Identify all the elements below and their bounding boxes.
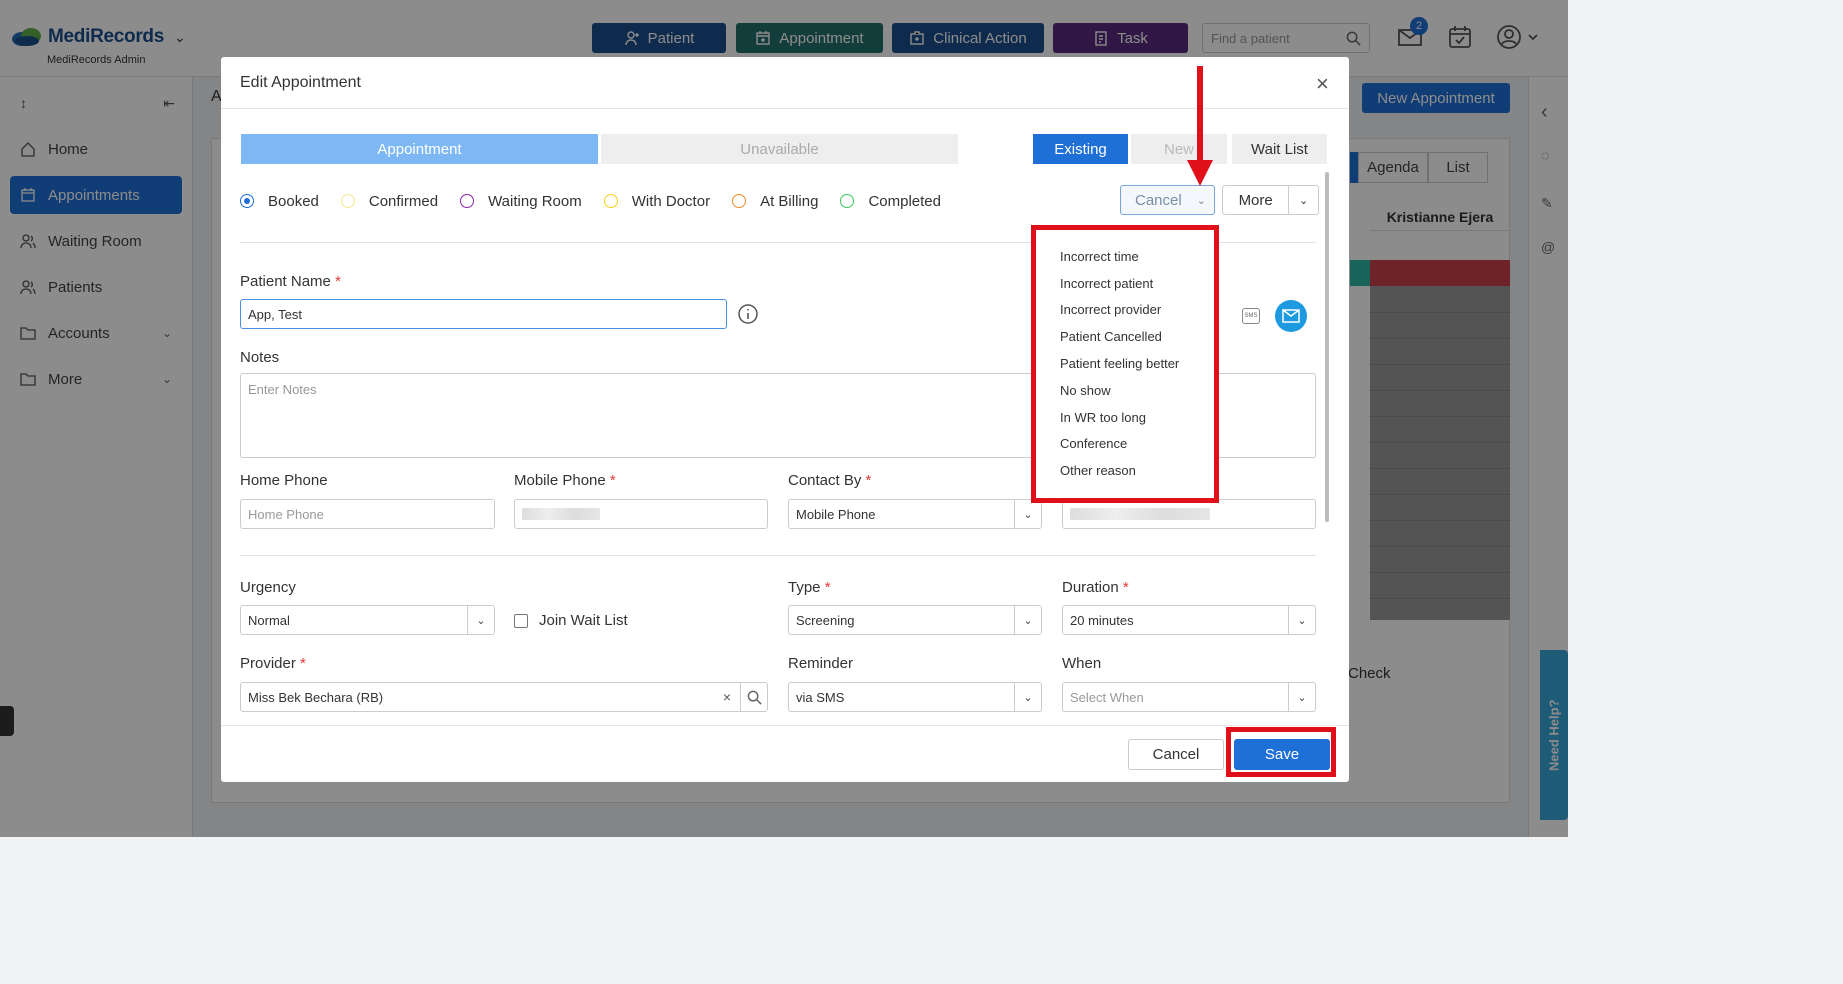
radio-label: With Doctor <box>631 192 711 210</box>
contact-by-value: Mobile Phone <box>796 506 876 522</box>
chevron-down-icon[interactable]: ⌄ <box>1288 186 1318 214</box>
cancel-dropdown-label: Cancel <box>1135 191 1182 209</box>
urgency-select[interactable]: Normal ⌄ <box>240 605 495 635</box>
radio-dot <box>340 194 355 208</box>
cancel-reason-dropdown[interactable]: Cancel ⌄ <box>1120 185 1215 215</box>
provider-label: Provider * <box>240 655 306 672</box>
close-icon[interactable]: × <box>1316 71 1329 97</box>
chevron-down-icon[interactable]: ⌄ <box>1288 683 1315 711</box>
tab-wait-list[interactable]: Wait List <box>1232 134 1327 164</box>
reminder-value: via SMS <box>796 689 845 705</box>
patient-name-input[interactable]: App, Test <box>240 299 727 329</box>
when-placeholder: Select When <box>1070 689 1144 705</box>
contact-by-label: Contact By * <box>788 472 872 489</box>
redacted-value <box>1070 508 1210 520</box>
menu-highlight-box <box>1031 225 1219 503</box>
join-wait-list-label: Join Wait List <box>539 612 628 629</box>
radio-label: Booked <box>268 192 319 210</box>
radio-label: Confirmed <box>368 192 439 210</box>
radio-label: Completed <box>868 192 941 210</box>
home-phone-label: Home Phone <box>240 472 328 489</box>
tab-unavailable[interactable]: Unavailable <box>601 134 958 164</box>
when-select[interactable]: Select When ⌄ <box>1062 682 1316 712</box>
reminder-select[interactable]: via SMS ⌄ <box>788 682 1042 712</box>
reminder-label: Reminder <box>788 655 854 672</box>
type-label: Type * <box>788 579 831 596</box>
urgency-value: Normal <box>248 612 290 628</box>
radio-label: Waiting Room <box>488 192 582 210</box>
chevron-down-icon[interactable]: ⌄ <box>1014 683 1041 711</box>
email-icon[interactable] <box>1275 300 1307 332</box>
tab-appointment[interactable]: Appointment <box>241 134 598 164</box>
patient-name-label: Patient Name * <box>240 273 341 290</box>
divider <box>240 555 1316 556</box>
redacted-value <box>522 508 600 520</box>
mobile-phone-label: Mobile Phone * <box>514 472 616 489</box>
duration-value: 20 minutes <box>1070 612 1134 628</box>
radio-dot <box>240 194 254 208</box>
status-completed-radio[interactable]: Completed <box>840 193 941 210</box>
notes-label: Notes <box>240 349 280 366</box>
status-radio-group: Booked Confirmed Waiting Room With Docto… <box>240 190 963 212</box>
chevron-down-icon[interactable]: ⌄ <box>467 606 494 634</box>
chevron-down-icon[interactable]: ⌄ <box>1288 606 1315 634</box>
chevron-down-icon[interactable]: ⌄ <box>1014 500 1041 528</box>
radio-dot <box>603 194 618 208</box>
save-highlight-box <box>1226 727 1336 777</box>
modal-footer: Cancel Save <box>221 725 1349 782</box>
sms-icon[interactable]: SMS <box>1242 308 1260 324</box>
urgency-label: Urgency <box>240 579 296 596</box>
status-confirmed-radio[interactable]: Confirmed <box>340 192 439 210</box>
info-icon[interactable] <box>738 304 758 327</box>
radio-dot <box>460 194 475 208</box>
cancel-button[interactable]: Cancel <box>1128 739 1224 770</box>
radio-dot <box>840 194 855 208</box>
provider-input[interactable]: Miss Bek Bechara (RB) × <box>240 682 768 712</box>
status-at-billing-radio[interactable]: At Billing <box>732 193 818 210</box>
contact-detail-input[interactable] <box>1062 499 1316 529</box>
clear-icon[interactable]: × <box>723 689 731 705</box>
contact-by-select[interactable]: Mobile Phone ⌄ <box>788 499 1042 529</box>
modal-scrollbar[interactable] <box>1325 172 1329 522</box>
radio-label: At Billing <box>760 192 819 210</box>
provider-value: Miss Bek Bechara (RB) <box>248 689 384 705</box>
when-label: When <box>1062 655 1102 672</box>
more-dropdown-label: More <box>1238 191 1273 209</box>
home-phone-input[interactable]: Home Phone <box>240 499 495 529</box>
status-booked-radio[interactable]: Booked <box>240 193 319 210</box>
annotation-arrow-icon <box>1187 66 1213 186</box>
search-icon[interactable] <box>740 683 767 711</box>
tab-existing[interactable]: Existing <box>1033 134 1128 164</box>
status-waiting-room-radio[interactable]: Waiting Room <box>460 193 582 210</box>
modal-title: Edit Appointment <box>240 74 361 91</box>
join-wait-list-checkbox[interactable] <box>514 614 528 628</box>
status-with-doctor-radio[interactable]: With Doctor <box>603 192 711 210</box>
modal-header: Edit Appointment × <box>221 57 1349 109</box>
type-value: Screening <box>796 612 855 628</box>
duration-select[interactable]: 20 minutes ⌄ <box>1062 605 1316 635</box>
chevron-down-icon: ⌄ <box>1196 194 1206 207</box>
type-select[interactable]: Screening ⌄ <box>788 605 1042 635</box>
duration-label: Duration * <box>1062 579 1129 596</box>
chevron-down-icon[interactable]: ⌄ <box>1014 606 1041 634</box>
radio-dot <box>732 194 747 208</box>
mobile-phone-input[interactable] <box>514 499 768 529</box>
more-dropdown[interactable]: More ⌄ <box>1222 185 1319 215</box>
